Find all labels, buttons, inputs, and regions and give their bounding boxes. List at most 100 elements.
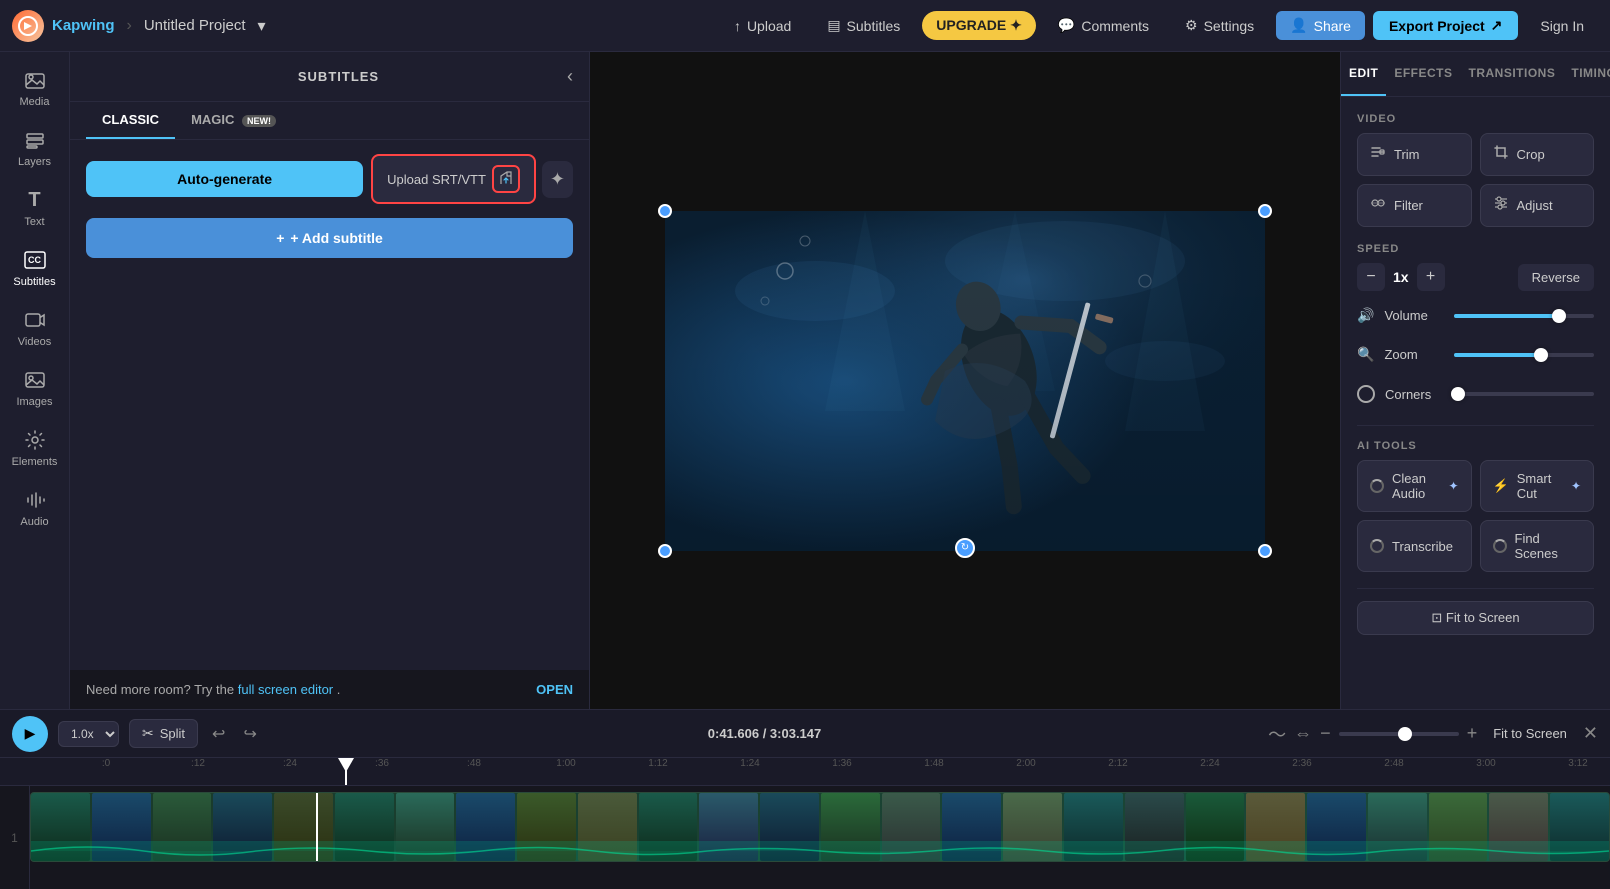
smart-cut-button[interactable]: ⚡ Smart Cut ✦ (1480, 460, 1595, 512)
zoom-fill (1454, 353, 1541, 357)
share-button[interactable]: 👤 Share (1276, 11, 1365, 40)
zoom-in-button[interactable]: + (1467, 723, 1478, 744)
handle-bottom-left[interactable] (658, 544, 672, 558)
tab-effects[interactable]: EFFECTS (1386, 52, 1460, 96)
ruler-mark-48: :48 (428, 758, 520, 769)
main-area: Media Layers T Text CC Subti (0, 52, 1610, 709)
video-tools-grid: Trim Crop (1357, 133, 1594, 227)
sidebar-item-media[interactable]: Media (5, 60, 65, 116)
open-fullscreen-button[interactable]: OPEN (536, 682, 573, 697)
ai-tools-grid: Clean Audio ✦ ⚡ Smart Cut ✦ Transcribe (1357, 460, 1594, 572)
subtitles-nav-icon: ▤ (827, 17, 840, 34)
corners-icon (1357, 385, 1375, 403)
magic-icon-button[interactable]: ✦ (542, 161, 573, 198)
undo-button[interactable]: ↩ (208, 720, 229, 748)
sidebar-item-videos[interactable]: Videos (5, 300, 65, 356)
handle-top-left[interactable] (658, 204, 672, 218)
project-dropdown-arrow[interactable]: ▾ (258, 16, 266, 36)
clean-audio-button[interactable]: Clean Audio ✦ (1357, 460, 1472, 512)
tab-transitions[interactable]: TRANSITIONS (1461, 52, 1564, 96)
comments-button[interactable]: 💬 Comments (1044, 11, 1163, 40)
right-panel: EDIT EFFECTS TRANSITIONS TIMING VIDEO (1340, 52, 1610, 709)
track-area: 1 (0, 786, 1610, 889)
svg-text:CC: CC (28, 255, 41, 265)
panel-close-button[interactable]: ‹ (567, 66, 573, 87)
panel-footer: Need more room? Try the full screen edit… (70, 670, 589, 709)
tab-classic[interactable]: CLASSIC (86, 102, 175, 139)
handle-top-right[interactable] (1258, 204, 1272, 218)
waveform-icon-left: 〜 (1268, 721, 1286, 747)
settings-button[interactable]: ⚙ Settings (1171, 11, 1268, 40)
volume-label: Volume (1384, 308, 1444, 323)
images-icon (23, 368, 47, 392)
subtitles-nav-button[interactable]: ▤ Subtitles (813, 11, 914, 40)
handle-bottom-center[interactable]: ↻ (955, 538, 975, 558)
autogenerate-button[interactable]: Auto-generate (86, 161, 363, 197)
signin-button[interactable]: Sign In (1526, 12, 1598, 40)
upgrade-button[interactable]: UPGRADE ✦ (922, 11, 1036, 40)
zoom-out-button[interactable]: − (1320, 723, 1331, 744)
timeline-ruler: :0 :12 :24 :36 :48 1:00 1:12 1:24 1:36 1… (0, 758, 1610, 786)
corners-section: Corners (1357, 385, 1594, 409)
upload-button[interactable]: ↑ Upload (720, 12, 805, 40)
zoom-slider-timeline[interactable] (1339, 732, 1459, 736)
close-timeline-button[interactable]: ✕ (1583, 723, 1598, 744)
ai-tools-label: AI TOOLS (1357, 440, 1594, 452)
speed-select[interactable]: 1.0x 0.5x 1.5x 2.0x (58, 721, 119, 747)
tab-edit[interactable]: EDIT (1341, 52, 1386, 96)
zoom-thumb[interactable] (1534, 348, 1548, 362)
filter-icon (1370, 195, 1386, 216)
fit-to-screen-button[interactable]: ⊡ Fit to Screen (1357, 601, 1594, 635)
split-button[interactable]: ✂ Split (129, 719, 198, 748)
adjust-button[interactable]: Adjust (1480, 184, 1595, 227)
ruler-mark-148: 1:48 (888, 758, 980, 769)
sidebar-item-subtitles[interactable]: CC Subtitles (5, 240, 65, 296)
sidebar-item-layers[interactable]: Layers (5, 120, 65, 176)
reverse-button[interactable]: Reverse (1518, 264, 1594, 291)
crop-button[interactable]: Crop (1480, 133, 1595, 176)
corners-slider[interactable] (1455, 392, 1594, 396)
speed-section-label: SPEED (1357, 243, 1594, 255)
sidebar-item-text[interactable]: T Text (5, 180, 65, 236)
speed-decrease-button[interactable]: − (1357, 263, 1385, 291)
export-button[interactable]: Export Project ↗ (1373, 11, 1518, 40)
tab-magic[interactable]: MAGIC NEW! (175, 102, 292, 139)
sidebar-item-audio[interactable]: Audio (5, 480, 65, 536)
canvas-area[interactable]: ↻ (590, 52, 1340, 709)
handle-bottom-right[interactable] (1258, 544, 1272, 558)
sidebar-item-images[interactable]: Images (5, 360, 65, 416)
upload-srt-button[interactable]: Upload SRT/VTT (371, 154, 536, 204)
ruler-mark-312: 3:12 (1532, 758, 1610, 769)
trim-button[interactable]: Trim (1357, 133, 1472, 176)
brand-link[interactable]: Kapwing (52, 17, 115, 34)
subtitles-tabs: CLASSIC MAGIC NEW! (70, 102, 589, 140)
tab-timing[interactable]: TIMING (1563, 52, 1610, 96)
find-scenes-button[interactable]: Find Scenes (1480, 520, 1595, 572)
video-frame: ↻ (665, 211, 1265, 551)
add-subtitle-button[interactable]: + + Add subtitle (86, 218, 573, 258)
volume-thumb[interactable] (1552, 309, 1566, 323)
sidebar-item-elements[interactable]: Elements (5, 420, 65, 476)
video-track[interactable] (30, 792, 1610, 862)
settings-icon: ⚙ (1185, 17, 1198, 34)
fit-to-screen-timeline-button[interactable]: Fit to Screen (1485, 722, 1575, 745)
zoom-slider[interactable] (1454, 353, 1594, 357)
subtitles-icon: CC (23, 248, 47, 272)
play-button[interactable]: ▶ (12, 716, 48, 752)
filter-button[interactable]: Filter (1357, 184, 1472, 227)
fullscreen-editor-link[interactable]: full screen editor (238, 682, 333, 697)
volume-slider[interactable] (1454, 314, 1594, 318)
app-logo (12, 10, 44, 42)
share-icon: 👤 (1290, 17, 1307, 34)
track-content[interactable] (30, 786, 1610, 889)
playhead-ruler-line (345, 758, 347, 786)
redo-button[interactable]: ↪ (239, 720, 260, 748)
corners-thumb[interactable] (1451, 387, 1465, 401)
panel-header: SUBTITLES ‹ (70, 52, 589, 102)
speed-section: SPEED − 1x + Reverse (1357, 243, 1594, 291)
transcribe-button[interactable]: Transcribe (1357, 520, 1472, 572)
clean-audio-loading-icon (1370, 479, 1384, 493)
speed-increase-button[interactable]: + (1417, 263, 1445, 291)
ruler-mark-248: 2:48 (1348, 758, 1440, 769)
zoom-slider-thumb (1398, 727, 1412, 741)
